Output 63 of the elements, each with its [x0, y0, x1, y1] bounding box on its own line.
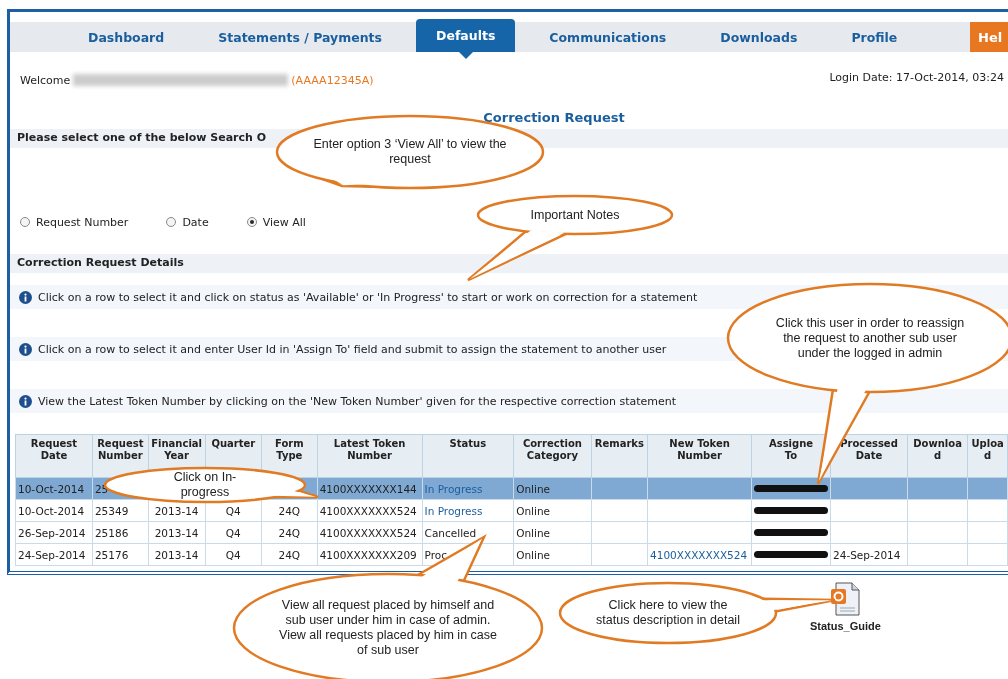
column-header: Request Date	[15, 434, 93, 478]
note-text: Click on a row to select it and enter User Id in 'Assign To' field and submit to assign the statement to another user	[38, 342, 667, 356]
table-cell: Online	[513, 521, 592, 544]
info-icon	[19, 342, 32, 356]
table-cell: 24Q	[261, 521, 318, 544]
column-header: Status	[422, 434, 514, 478]
welcome-label: Welcome	[20, 73, 71, 87]
table-cell: 2013-14	[148, 521, 206, 544]
callout-text: Important Notes	[529, 207, 621, 223]
nav-tab[interactable]: Downloads	[700, 22, 818, 52]
radio-button[interactable]	[246, 217, 257, 227]
section-heading: Correction Request Details	[10, 254, 1008, 273]
radio-label[interactable]: Request Number	[36, 215, 129, 229]
column-header: Download	[907, 434, 968, 478]
table-cell: 10-Oct-2014	[15, 499, 93, 522]
table-cell: 4100XXXXXXX524	[317, 521, 423, 544]
table-cell: Online	[513, 499, 592, 522]
table-cell: 24-Sep-2014	[830, 543, 908, 566]
file-label[interactable]: Status_Guide	[810, 620, 881, 632]
section-heading: Please select one of the below Search O	[17, 131, 267, 144]
table-cell: 24-Sep-2014	[15, 543, 93, 566]
table-cell: 24Q	[261, 543, 318, 566]
nav-tab[interactable]: Defaults	[416, 19, 516, 52]
table-cell: 25176	[92, 543, 149, 566]
nav-tab[interactable]: Statements / Payments	[198, 22, 403, 52]
document-icon[interactable]	[830, 582, 861, 616]
callout-text: View all request placed by himself and sub user under him in case of admin. View all requests placed by him in case of sub user	[278, 598, 498, 658]
table-cell: 4100XXXXXXX524	[317, 499, 423, 522]
radio-button[interactable]	[166, 217, 177, 227]
table-cell: 26-Sep-2014	[15, 521, 93, 544]
callout-text: Click on In-progress	[172, 470, 238, 500]
column-header: Correction Category	[513, 434, 592, 478]
tab-pointer-icon	[458, 52, 473, 59]
table-cell[interactable]: In Progress	[422, 499, 514, 522]
column-header: Processed Date	[830, 434, 908, 478]
table-cell: Q4	[205, 521, 262, 544]
nav-tab[interactable]: Profile	[831, 22, 918, 52]
user-id: (AAAA12345A)	[291, 73, 374, 87]
nav-tab[interactable]: Dashboard	[68, 22, 185, 52]
radio-label[interactable]: View All	[262, 215, 306, 229]
radio-label[interactable]: Date	[182, 215, 209, 229]
column-header: Upload	[967, 434, 1008, 478]
column-header: New Token Number	[647, 434, 752, 478]
table-cell: 25186	[92, 521, 149, 544]
page-title: Correction Request	[482, 110, 626, 125]
nav-tab[interactable]: Communications	[529, 22, 687, 52]
table-cell: 10-Oct-2014	[15, 477, 93, 500]
note-text: Click on a row to select it and click on status as 'Available' or 'In Progress' to start or work on correction for a statement	[38, 290, 698, 304]
note-text: View the Latest Token Number by clicking on the 'New Token Number' given for the respective correction statement	[38, 394, 677, 408]
info-icon	[19, 394, 32, 408]
table-cell: 2013-14	[148, 543, 206, 566]
table-cell[interactable]: 4100XXXXXXX524	[647, 543, 752, 566]
callout-text: Enter option 3 ‘View All’ to view the request	[312, 137, 508, 167]
column-header: Remarks	[591, 434, 648, 478]
login-date: Login Date: 17-Oct-2014, 03:24	[828, 71, 1005, 86]
column-header: Latest Token Number	[317, 434, 423, 478]
callout-text: Click here to view the status description in detail	[595, 598, 741, 628]
radio-button[interactable]	[20, 217, 30, 227]
table-cell: Online	[513, 543, 592, 566]
table-cell: Q4	[205, 543, 262, 566]
callout-text: Click this user in order to reassign the request to another sub user under the logged in admin	[774, 315, 966, 361]
table-cell: 4100XXXXXXX209	[317, 543, 423, 566]
info-icon	[19, 290, 32, 304]
